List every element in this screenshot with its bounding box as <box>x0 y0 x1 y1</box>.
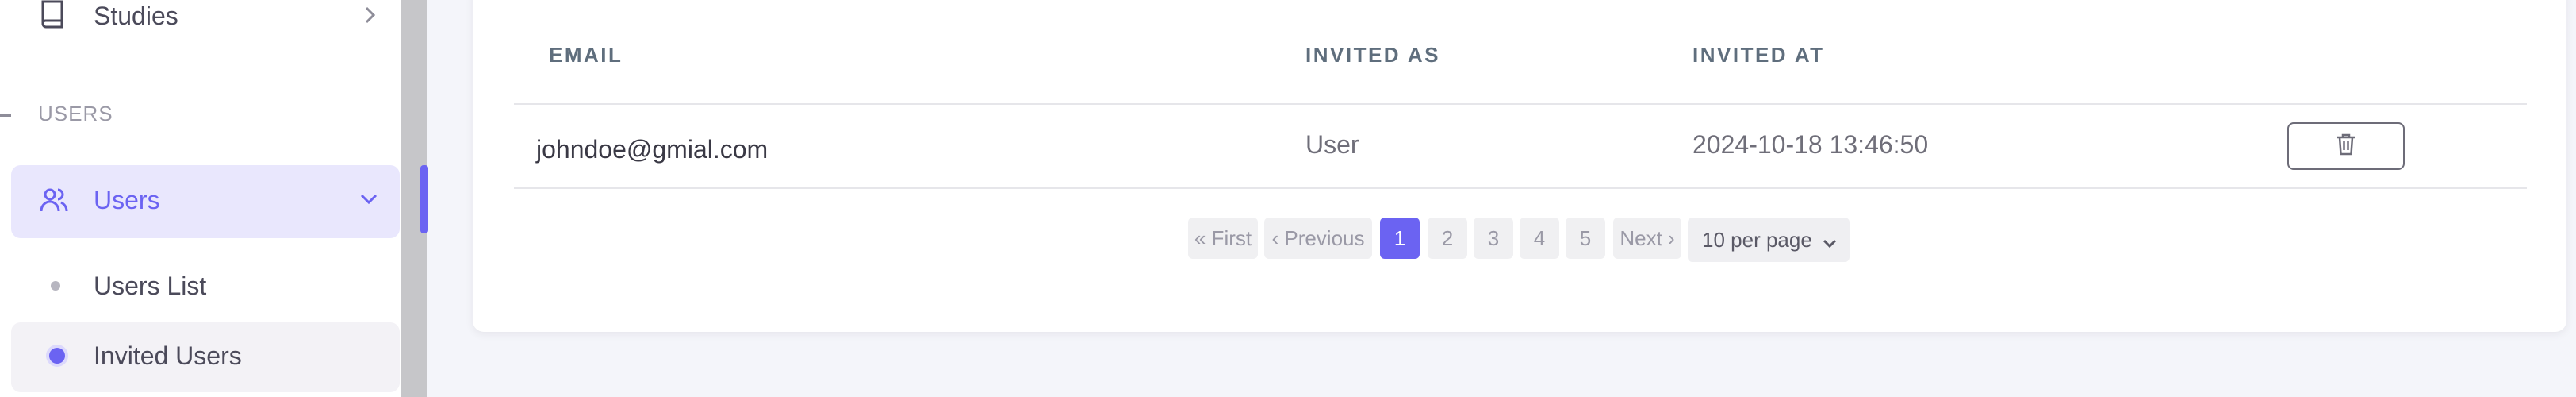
column-header-invited-at: INVITED AT <box>1692 43 1825 67</box>
pagination-page-5[interactable]: 5 <box>1566 218 1605 259</box>
pagination-page-2[interactable]: 2 <box>1428 218 1467 259</box>
invited-users-card: EMAIL INVITED AS INVITED AT johndoe@gmia… <box>473 0 2566 332</box>
sidebar: Studies USERS Users Users List Invited U… <box>0 0 401 397</box>
sidebar-item-studies[interactable]: Studies <box>27 0 392 33</box>
book-icon <box>40 0 67 30</box>
table-divider <box>514 103 2527 105</box>
sidebar-item-label: Users <box>94 186 160 214</box>
chevron-right-icon <box>362 3 379 27</box>
bullet-dot-icon <box>51 281 60 291</box>
pagination-page-1[interactable]: 1 <box>1380 218 1420 259</box>
pagination-next[interactable]: Next › <box>1613 218 1681 259</box>
sidebar-item-users[interactable]: Users <box>11 165 400 238</box>
trash-icon <box>2336 133 2356 160</box>
per-page-select[interactable]: 10 per page <box>1688 218 1850 262</box>
cell-invited-at: 2024-10-18 13:46:50 <box>1692 130 1929 159</box>
sidebar-item-label: Invited Users <box>94 341 242 370</box>
section-divider <box>0 114 11 117</box>
pagination-previous[interactable]: ‹ Previous <box>1264 218 1372 259</box>
pagination-page-3[interactable]: 3 <box>1474 218 1513 259</box>
chevron-down-icon <box>358 191 379 208</box>
per-page-value: 10 per page <box>1702 227 1812 252</box>
chevron-down-icon <box>1821 232 1838 249</box>
active-indicator <box>420 165 428 233</box>
cell-email: johndoe@gmial.com <box>536 135 769 164</box>
bullet-dot-active-icon <box>49 348 65 364</box>
column-header-invited-as: INVITED AS <box>1305 43 1440 67</box>
section-title-users: USERS <box>38 102 113 125</box>
column-header-email: EMAIL <box>549 43 623 67</box>
delete-invite-button[interactable] <box>2287 122 2405 170</box>
sidebar-item-label: Studies <box>94 2 178 30</box>
users-icon <box>40 186 68 214</box>
cell-invited-as: User <box>1305 130 1359 159</box>
pagination-first[interactable]: « First <box>1188 218 1258 259</box>
pagination-page-4[interactable]: 4 <box>1520 218 1559 259</box>
sidebar-item-invited-users[interactable]: Invited Users <box>11 322 400 392</box>
table-divider <box>514 187 2527 189</box>
sidebar-item-label: Users List <box>94 272 207 300</box>
sidebar-item-users-list[interactable]: Users List <box>11 251 400 321</box>
